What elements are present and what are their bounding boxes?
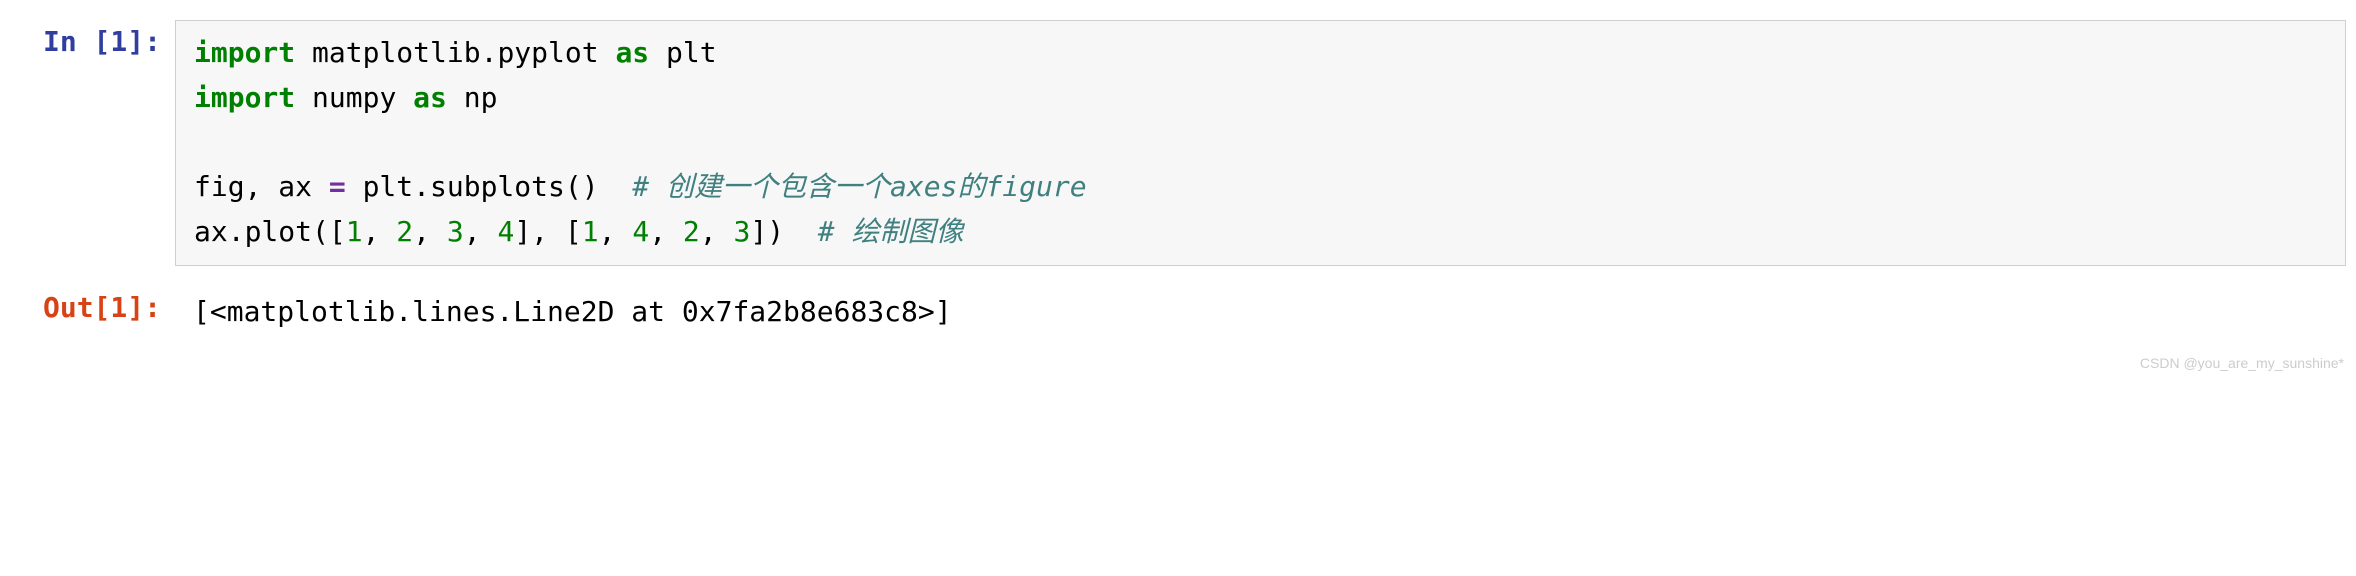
code-content: import matplotlib.pyplot as plt import n… <box>194 31 2327 255</box>
code-text: numpy <box>295 81 413 114</box>
code-text: ]) <box>750 215 817 248</box>
number: 1 <box>582 215 599 248</box>
code-text: , <box>464 215 498 248</box>
output-cell: Out[1]: [<matplotlib.lines.Line2D at 0x7… <box>10 286 2346 339</box>
number: 4 <box>497 215 514 248</box>
code-text: , <box>599 215 633 248</box>
number: 3 <box>447 215 464 248</box>
number: 2 <box>683 215 700 248</box>
code-input-area[interactable]: import matplotlib.pyplot as plt import n… <box>175 20 2346 266</box>
code-text: np <box>447 81 498 114</box>
keyword-import: import <box>194 81 295 114</box>
code-text: ], [ <box>514 215 581 248</box>
comment: # 创建一个包含一个axes的figure <box>632 170 1086 203</box>
code-text: matplotlib.pyplot <box>295 36 615 69</box>
keyword-import: import <box>194 36 295 69</box>
keyword-as: as <box>615 36 649 69</box>
operator: = <box>329 170 346 203</box>
code-text: , <box>700 215 734 248</box>
keyword-as: as <box>413 81 447 114</box>
output-prompt: Out[1]: <box>10 286 175 331</box>
number: 4 <box>632 215 649 248</box>
number: 3 <box>733 215 750 248</box>
code-text: , <box>363 215 397 248</box>
output-text-area: [<matplotlib.lines.Line2D at 0x7fa2b8e68… <box>175 286 2346 339</box>
code-text: fig, ax <box>194 170 329 203</box>
code-text: , <box>649 215 683 248</box>
number: 1 <box>346 215 363 248</box>
input-prompt: In [1]: <box>10 20 175 65</box>
code-text: plt <box>649 36 716 69</box>
code-text: plt.subplots() <box>346 170 633 203</box>
input-cell: In [1]: import matplotlib.pyplot as plt … <box>10 20 2346 266</box>
code-text: ax.plot([ <box>194 215 346 248</box>
output-text: [<matplotlib.lines.Line2D at 0x7fa2b8e68… <box>193 290 2328 335</box>
comment: # 绘制图像 <box>818 215 964 248</box>
number: 2 <box>396 215 413 248</box>
code-text: , <box>413 215 447 248</box>
watermark: CSDN @you_are_my_sunshine* <box>2140 355 2344 371</box>
